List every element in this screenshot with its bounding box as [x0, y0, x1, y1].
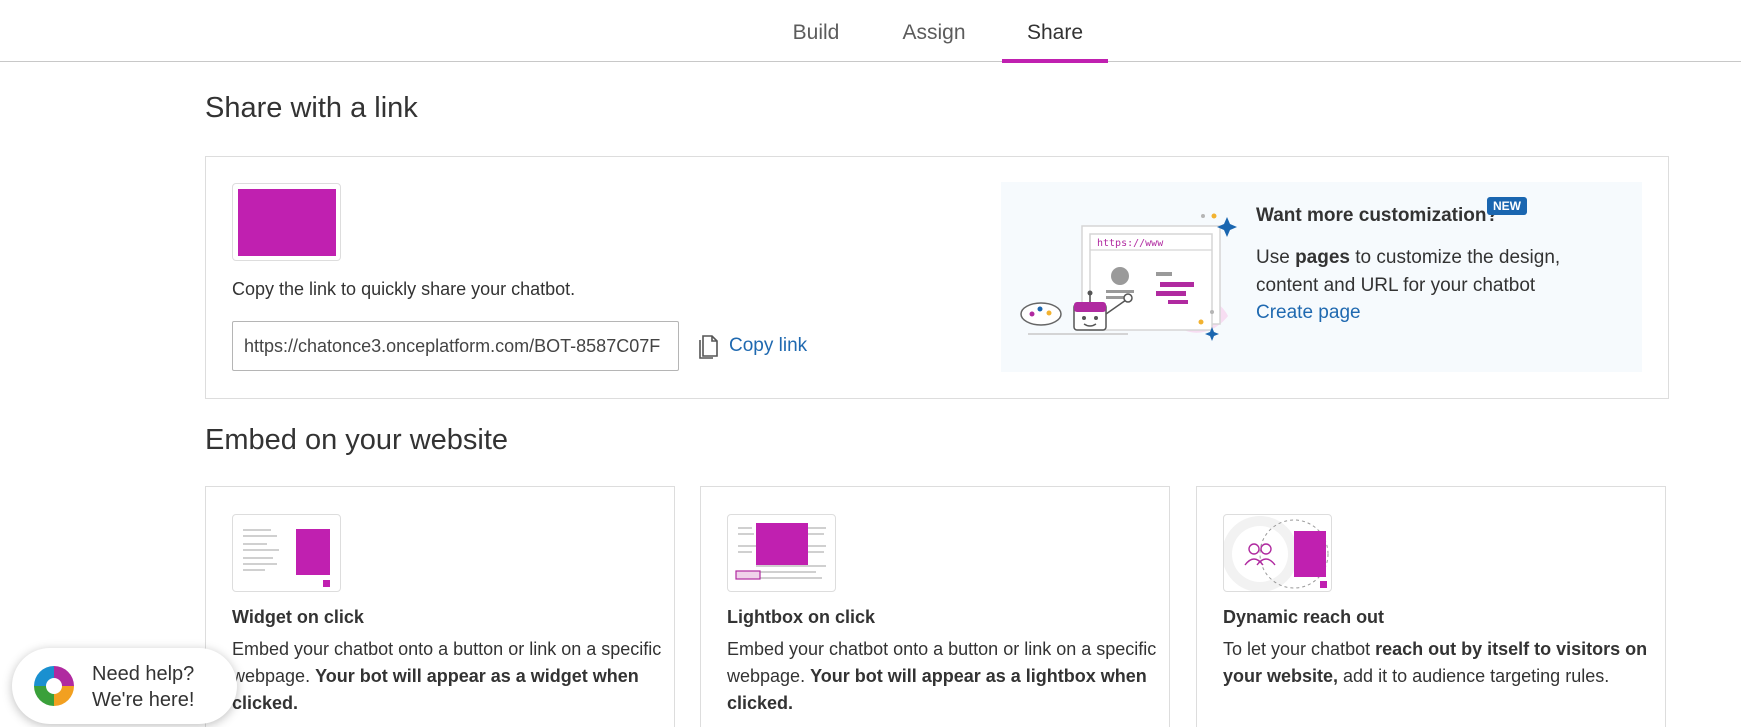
embed-card-widget[interactable]: Widget on click Embed your chatbot onto … [205, 486, 675, 727]
dynamic-thumbnail [1223, 514, 1332, 592]
tab-share[interactable]: Share [1002, 0, 1108, 63]
share-description: Copy the link to quickly share your chat… [232, 279, 576, 299]
embed-card-dynamic[interactable]: Dynamic reach out To let your chatbot re… [1196, 486, 1666, 727]
tab-build[interactable]: Build [790, 0, 842, 62]
embed-heading: Embed on your website [205, 424, 509, 456]
copy-link-button[interactable]: Copy link [698, 333, 807, 359]
lightbox-thumbnail [727, 514, 836, 592]
robot-painter-illustration: https://www [1020, 213, 1237, 341]
widget-description: Embed your chatbot onto a button or link… [232, 639, 662, 713]
lightbox-title: Lightbox on click [727, 607, 876, 627]
copy-icon [699, 335, 718, 359]
widget-title: Widget on click [232, 607, 364, 627]
help-text: Need help? We're here! [92, 663, 195, 711]
share-link-input[interactable] [232, 321, 679, 371]
tab-bar: Build Assign Share [0, 0, 1741, 63]
widget-thumbnail [232, 514, 341, 592]
share-heading: Share with a link [205, 92, 418, 124]
chatbot-thumbnail [232, 183, 341, 261]
dynamic-description: To let your chatbot reach out by itself … [1223, 639, 1648, 686]
lightbox-description: Embed your chatbot onto a button or link… [727, 639, 1157, 713]
copy-link-label: Copy link [729, 335, 808, 356]
customization-promo: https://www Want more customization? NEW… [1001, 182, 1642, 372]
help-logo-icon [34, 666, 74, 706]
share-card: Copy the link to quickly share your chat… [205, 156, 1669, 399]
help-widget[interactable]: Need help? We're here! [12, 648, 237, 724]
dynamic-title: Dynamic reach out [1223, 607, 1385, 627]
new-badge: NEW [1487, 197, 1527, 215]
illustration-url-text: https://www [1097, 238, 1164, 249]
embed-card-lightbox[interactable]: Lightbox on click Embed your chatbot ont… [700, 486, 1170, 727]
create-page-link[interactable]: Create page [1256, 302, 1361, 324]
promo-body: Use pages to customize the design, conte… [1256, 247, 1561, 296]
tab-assign[interactable]: Assign [900, 0, 968, 62]
promo-title: Want more customization? [1256, 205, 1499, 226]
